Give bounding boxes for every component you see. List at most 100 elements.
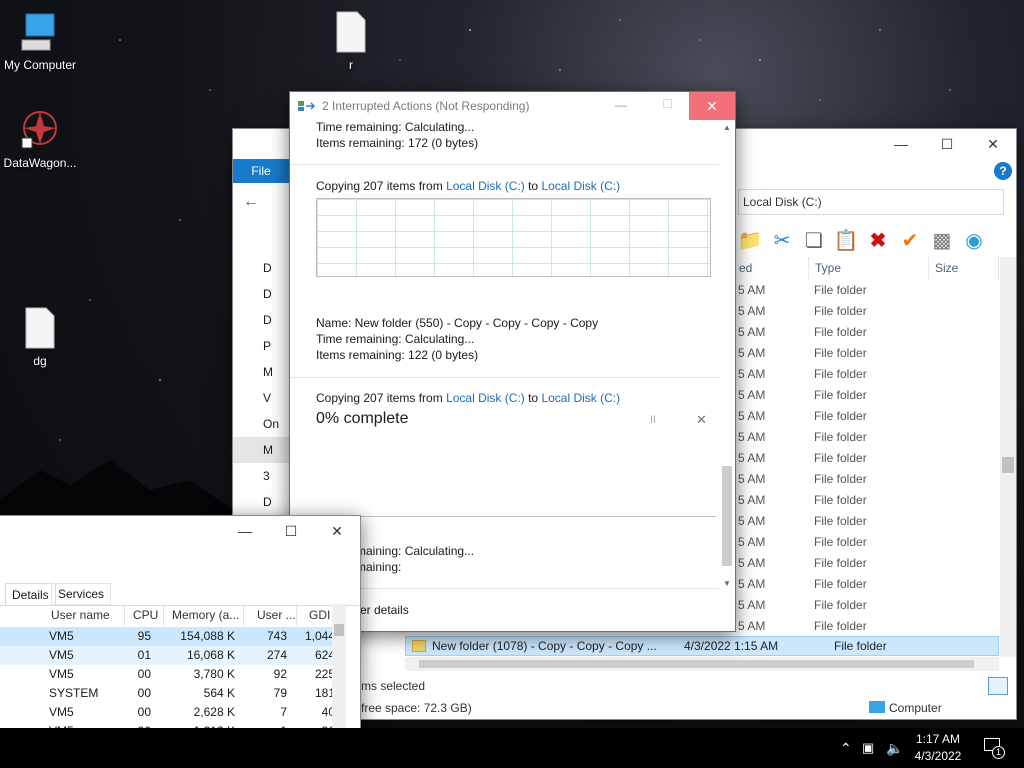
file-row[interactable]: 5 AM File folder: [738, 279, 1003, 300]
file-row[interactable]: 5 AM File folder: [738, 594, 1003, 615]
percent-complete: 0% complete: [316, 410, 409, 427]
maximize-button[interactable]: ☐: [924, 129, 970, 159]
network-icon[interactable]: ▣: [862, 728, 874, 768]
column-header-user-objects[interactable]: User ...: [253, 604, 297, 626]
nav-item-onedrive[interactable]: On: [233, 411, 291, 437]
file-row[interactable]: 5 AM File folder: [738, 447, 1003, 468]
details-view-icon[interactable]: [988, 677, 1008, 695]
items-remaining: Items remaining: 122 (0 bytes): [316, 348, 479, 362]
paste-icon[interactable]: 📋: [834, 228, 859, 252]
source-link[interactable]: Local Disk (C:): [446, 179, 525, 193]
cut-icon[interactable]: ✂: [770, 228, 794, 252]
file-row[interactable]: 5 AM File folder: [738, 384, 1003, 405]
column-header-cpu[interactable]: CPU: [129, 604, 164, 626]
process-user: VM5: [49, 705, 74, 719]
nav-item[interactable]: D: [233, 281, 291, 307]
nav-item[interactable]: D: [233, 255, 291, 281]
file-row[interactable]: 5 AM File folder: [738, 363, 1003, 384]
destination-link[interactable]: Local Disk (C:): [541, 391, 620, 405]
file-row[interactable]: 5 AM File folder: [738, 426, 1003, 447]
file-type: File folder: [814, 366, 867, 381]
column-header-size[interactable]: Size: [929, 257, 999, 279]
file-row[interactable]: 5 AM File folder: [738, 552, 1003, 573]
scroll-up-icon[interactable]: ▲: [723, 123, 731, 132]
dialog-minimize-button[interactable]: —: [615, 98, 627, 112]
file-row[interactable]: 5 AM File folder: [738, 615, 1003, 636]
tab-services[interactable]: Services: [51, 583, 112, 605]
file-row[interactable]: 5 AM File folder: [738, 405, 1003, 426]
file-row[interactable]: 5 AM File folder: [738, 531, 1003, 552]
operation-1-details: Time remaining: Calculating... Items rem…: [316, 119, 478, 151]
column-header-type[interactable]: Type: [809, 257, 929, 279]
close-button[interactable]: ✕: [970, 129, 1016, 159]
file-row[interactable]: 5 AM File folder: [738, 342, 1003, 363]
minimize-button[interactable]: —: [222, 516, 268, 546]
scrollbar-thumb[interactable]: [334, 624, 344, 636]
notification-center-button[interactable]: 1: [984, 738, 1006, 759]
desktop-icon-r[interactable]: r: [311, 10, 391, 72]
file-row[interactable]: 5 AM File folder: [738, 468, 1003, 489]
file-row[interactable]: 5 AM File folder: [738, 510, 1003, 531]
close-button[interactable]: ✕: [314, 516, 360, 546]
scrollbar-thumb[interactable]: [1002, 457, 1014, 473]
desktop-icon-dg[interactable]: dg: [0, 306, 80, 368]
column-header-memory[interactable]: Memory (a...: [168, 604, 244, 626]
selected-file-row[interactable]: New folder (1078) - Copy - Copy - Copy .…: [405, 636, 999, 656]
desktop-icon-datawagon[interactable]: DataWagon...: [0, 108, 80, 170]
nav-item[interactable]: 3: [233, 463, 291, 489]
vertical-scrollbar[interactable]: [1000, 257, 1016, 657]
show-hidden-icons-button[interactable]: ⌃: [840, 728, 852, 768]
nav-item[interactable]: V: [233, 385, 291, 411]
back-button[interactable]: ←: [243, 193, 259, 211]
process-userobj: 7: [280, 705, 287, 719]
minimize-button[interactable]: —: [878, 129, 924, 159]
desktop-icon-my-computer[interactable]: My Computer: [0, 10, 80, 72]
maximize-button[interactable]: ☐: [268, 516, 314, 546]
operation-4-details: maining: Calculating... maining:: [356, 543, 474, 575]
column-header-date[interactable]: ed: [733, 257, 809, 279]
process-row[interactable]: VM5 00 3,780 K 92 225: [0, 665, 345, 684]
file-type: File folder: [814, 618, 867, 633]
help-icon[interactable]: ?: [994, 162, 1012, 180]
file-date: 5 AM: [738, 408, 766, 423]
source-link[interactable]: Local Disk (C:): [446, 391, 525, 405]
file-tab[interactable]: File: [233, 159, 289, 183]
destination-link[interactable]: Local Disk (C:): [541, 179, 620, 193]
nav-item[interactable]: D: [233, 489, 291, 515]
nav-item[interactable]: P: [233, 333, 291, 359]
globe-icon[interactable]: ◉: [962, 228, 986, 252]
tab-details[interactable]: Details: [5, 583, 56, 605]
address-bar[interactable]: Local Disk (C:): [738, 189, 1004, 215]
pause-button[interactable]: II: [650, 414, 656, 426]
taskbar-clock[interactable]: 1:17 AM 4/3/2022: [900, 731, 976, 765]
file-type: File folder: [814, 576, 867, 591]
dialog-maximize-button[interactable]: ☐: [662, 97, 673, 111]
scroll-down-icon[interactable]: ▼: [723, 579, 731, 588]
nav-item-this-pc[interactable]: M: [233, 437, 291, 463]
dialog-close-button[interactable]: ✕: [689, 92, 735, 120]
folder-dropdown-icon[interactable]: 📁: [738, 228, 763, 252]
file-type: File folder: [814, 282, 867, 297]
file-row[interactable]: 5 AM File folder: [738, 300, 1003, 321]
file-row[interactable]: 5 AM File folder: [738, 489, 1003, 510]
rename-icon[interactable]: ▩: [930, 228, 954, 252]
nav-item[interactable]: M: [233, 359, 291, 385]
copy-icon[interactable]: ❏: [802, 228, 826, 252]
fewer-details-link[interactable]: er details: [360, 603, 409, 617]
file-row[interactable]: 5 AM File folder: [738, 321, 1003, 342]
cancel-button[interactable]: ✕: [696, 412, 707, 428]
file-row[interactable]: 5 AM File folder: [738, 573, 1003, 594]
dialog-scrollbar[interactable]: ▲ ▼: [719, 120, 735, 590]
scrollbar-thumb[interactable]: [722, 466, 732, 566]
column-header-user-name[interactable]: User name: [47, 604, 125, 626]
file-type: File folder: [814, 492, 867, 507]
scrollbar-thumb[interactable]: [419, 660, 974, 668]
process-row[interactable]: VM5 95 154,088 K 743 1,044: [0, 627, 345, 646]
horizontal-scrollbar[interactable]: [405, 657, 999, 671]
nav-item[interactable]: D: [233, 307, 291, 333]
process-row[interactable]: VM5 01 16,068 K 274 624: [0, 646, 345, 665]
process-row[interactable]: SYSTEM 00 564 K 79 181: [0, 684, 345, 703]
delete-icon[interactable]: ✖: [866, 228, 890, 252]
process-row[interactable]: VM5 00 2,628 K 7 40: [0, 703, 345, 722]
check-icon[interactable]: ✔: [898, 228, 922, 252]
